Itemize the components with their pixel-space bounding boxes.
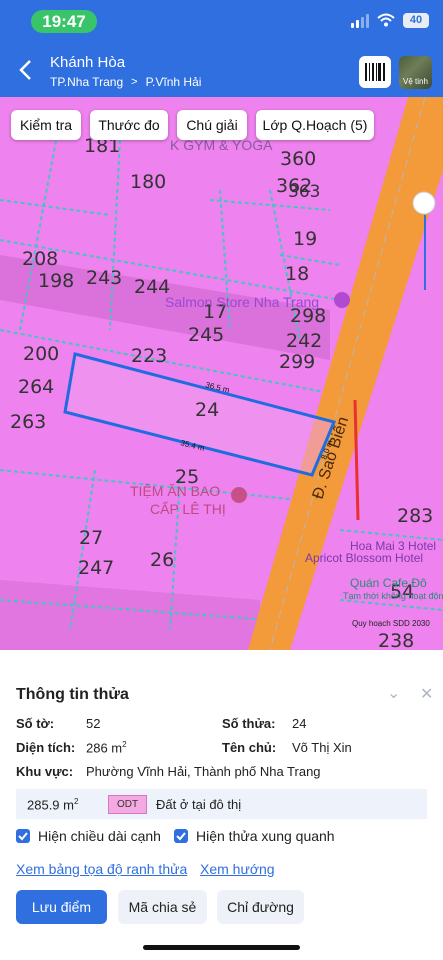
show-edge-length-label[interactable]: Hiện chiều dài cạnh — [38, 828, 161, 844]
top-header: 19:47 40 Khánh Hòa TP.Nha Trang > P.Vĩnh… — [0, 0, 443, 97]
parcel-number: 26 — [150, 549, 174, 571]
owner-label: Tên chủ: — [222, 740, 277, 755]
place-label: TIỆM ĂN BAO — [130, 483, 220, 499]
parcel-number: 264 — [18, 376, 54, 398]
land-use-area: 285.9 m2 — [27, 797, 79, 813]
parcel-number: 24 — [195, 399, 219, 421]
land-use-code-badge: ODT — [108, 795, 147, 814]
planning-layer-chip[interactable]: Lớp Q.Hoạch (5) — [256, 110, 374, 140]
check-chip[interactable]: Kiểm tra — [11, 110, 81, 140]
sheet-number-value: 52 — [86, 716, 101, 731]
battery-indicator: 40 — [403, 12, 429, 28]
map-view[interactable]: Đ. Sao Biển 36.5 m 35.4 m 8.0 m 181 360 … — [0, 97, 443, 650]
back-arrow-icon[interactable] — [14, 58, 38, 82]
breadcrumb-separator-icon: > — [131, 76, 138, 88]
cellular-signal-icon — [351, 12, 369, 28]
place-label: Tạm thời không hoạt động — [343, 591, 443, 601]
parcel-number: 223 — [131, 345, 167, 367]
parcel-number: 263 — [10, 411, 46, 433]
parcel-number: 242 — [286, 330, 322, 352]
checkmark-icon — [176, 832, 186, 841]
parcel-number-value: 24 — [292, 716, 307, 731]
save-point-button[interactable]: Lưu điểm — [16, 890, 107, 924]
region-value: Phường Vĩnh Hải, Thành phố Nha Trang — [86, 764, 321, 779]
place-label: Quán Cafe Đô — [350, 576, 427, 590]
parcel-number: 18 — [285, 263, 309, 285]
legend-chip[interactable]: Chú giải — [177, 110, 247, 140]
status-icons: 40 — [351, 12, 429, 28]
parcel-number: 363 — [288, 182, 320, 202]
sheet-number-label: Số tờ: — [16, 716, 55, 731]
barcode-scan-button[interactable] — [359, 56, 391, 88]
place-label: CẤP LÊ THỊ — [150, 501, 226, 517]
land-use-description: Đất ở tại đô thị — [156, 797, 242, 812]
parcel-number: 360 — [280, 148, 316, 170]
show-edge-length-checkbox[interactable] — [16, 829, 30, 843]
restaurant-icon[interactable] — [231, 487, 247, 503]
header-title: Khánh Hòa — [50, 54, 126, 71]
view-direction-link[interactable]: Xem hướng — [200, 861, 275, 877]
parcel-number: 198 — [38, 270, 74, 292]
parcel-number: 243 — [86, 267, 122, 289]
breadcrumb-city[interactable]: TP.Nha Trang — [50, 75, 123, 89]
breadcrumb-ward[interactable]: P.Vĩnh Hải — [146, 75, 202, 89]
place-label: Salmon Store Nha Trang — [165, 294, 319, 310]
wifi-icon — [377, 13, 395, 27]
measure-chip[interactable]: Thước đo — [90, 110, 168, 140]
plan-label: Quy hoạch SDD 2030 — [352, 619, 430, 628]
parcel-number: 238 — [378, 630, 414, 650]
status-time: 19:47 — [31, 10, 97, 33]
show-neighbors-label[interactable]: Hiện thửa xung quanh — [196, 828, 335, 844]
parcel-number: 180 — [130, 171, 166, 193]
share-code-button[interactable]: Mã chia sẻ — [118, 890, 207, 924]
region-label: Khu vực: — [16, 764, 74, 779]
parcel-number: 19 — [293, 228, 317, 250]
opacity-slider-handle[interactable] — [412, 191, 436, 215]
satellite-label: Vệ tinh — [403, 77, 428, 86]
shop-icon[interactable] — [334, 292, 350, 308]
parcel-number: 200 — [23, 343, 59, 365]
panel-title: Thông tin thửa — [16, 686, 129, 703]
parcel-number: 245 — [188, 324, 224, 346]
barcode-icon — [365, 63, 385, 81]
satellite-layer-button[interactable]: Vệ tinh — [399, 56, 432, 89]
checkmark-icon — [18, 832, 28, 841]
owner-value: Võ Thị Xin — [292, 740, 352, 755]
area-label: Diện tích: — [16, 740, 76, 755]
place-label: Apricot Blossom Hotel — [305, 551, 423, 565]
breadcrumb: TP.Nha Trang > P.Vĩnh Hải — [50, 75, 201, 89]
directions-button[interactable]: Chỉ đường — [217, 890, 304, 924]
parcel-number-label: Số thửa: — [222, 716, 276, 731]
parcel-number: 283 — [397, 505, 433, 527]
area-value: 286 m2 — [86, 740, 127, 756]
parcel-number: 247 — [78, 557, 114, 579]
parcel-number: 27 — [79, 527, 103, 549]
home-indicator — [143, 945, 300, 950]
collapse-chevron-icon[interactable]: ⌄ — [387, 683, 400, 703]
map-canvas[interactable]: Đ. Sao Biển 36.5 m 35.4 m 8.0 m 181 360 … — [0, 97, 443, 650]
show-neighbors-checkbox[interactable] — [174, 829, 188, 843]
coordinates-table-link[interactable]: Xem bảng tọa độ ranh thửa — [16, 861, 187, 877]
parcel-number: 299 — [279, 351, 315, 373]
parcel-number: 208 — [22, 248, 58, 270]
close-icon[interactable]: ✕ — [420, 684, 433, 704]
